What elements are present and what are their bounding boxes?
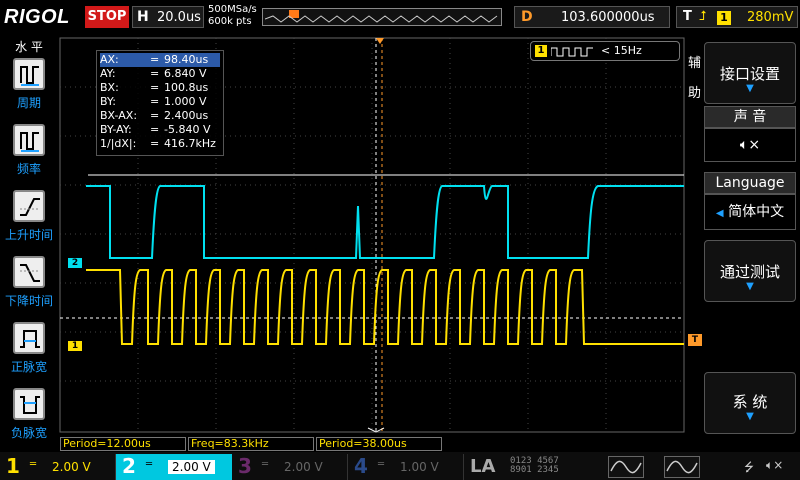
- pass-fail-button[interactable]: 通过测试 ▼: [704, 240, 796, 302]
- cursor-readout-panel: AX: = 98.40us AY: = 6.840 V BX: = 100.8us BY: =…: [96, 50, 224, 156]
- speaker-mute-icon[interactable]: 🔈︎×: [766, 458, 783, 473]
- sample-rate: 500MSa/s: [208, 4, 257, 15]
- trigger-source-badge: 1: [717, 11, 731, 25]
- channel-1-box[interactable]: 1 ═ 2.00 V: [0, 454, 116, 480]
- delay-value: 103.600000us: [561, 10, 655, 25]
- interface-setting-button[interactable]: 接口设置 ▼: [704, 42, 796, 104]
- system-button[interactable]: 系 统 ▼: [704, 372, 796, 434]
- horizontal-label: H: [137, 9, 149, 25]
- frequency-icon: [13, 124, 45, 156]
- timebase-display[interactable]: H 20.0us: [132, 6, 204, 28]
- positive-width-icon: [13, 322, 45, 354]
- channel-2-box[interactable]: 2 ═ 2.00 V: [116, 454, 232, 480]
- sound-header: 声 音: [704, 106, 796, 128]
- language-value: 简体中文: [728, 204, 785, 220]
- right-menu: 接口设置 ▼ 声 音 🔈︎× Language ◀ 简体中文 通过测试 ▼ 系 …: [700, 36, 800, 452]
- menu-item-label: 周期: [16, 96, 41, 110]
- menu-item-label: 负脉宽: [10, 426, 47, 440]
- trigger-level: 280mV: [747, 10, 794, 25]
- chevron-down-icon: ▼: [746, 281, 754, 292]
- channel-number: 3: [238, 454, 252, 478]
- memory-depth: 600k pts: [208, 16, 252, 27]
- rise-time-icon: [13, 190, 45, 222]
- channel-3-box[interactable]: 3 ═ 2.00 V: [232, 454, 348, 480]
- frequency-counter[interactable]: 1 < 15Hz: [530, 41, 680, 61]
- language-select[interactable]: ◀ 简体中文: [704, 194, 796, 230]
- freq-counter-value: < 15Hz: [601, 44, 642, 57]
- menu-item-fall-time[interactable]: 下降时间: [4, 256, 54, 318]
- channel-number: 4: [354, 454, 368, 478]
- fall-time-icon: [13, 256, 45, 288]
- delay-label: D: [521, 9, 533, 25]
- coupling-icon: ═: [378, 459, 385, 470]
- menu-item-frequency[interactable]: 频率: [4, 124, 54, 186]
- channel-scale: 2.00 V: [52, 460, 91, 474]
- menu-item-negative-width[interactable]: 负脉宽: [4, 388, 54, 450]
- brand-logo: RIGOL: [4, 6, 70, 28]
- negative-width-icon: [13, 388, 45, 420]
- rising-edge-icon: ⮥: [699, 9, 707, 24]
- sound-toggle[interactable]: 🔈︎×: [704, 128, 796, 162]
- timebase-value: 20.0us: [157, 10, 201, 25]
- left-menu: 水 平 周期 频率 上升时间 下降时间 正脉宽 负脉宽: [0, 36, 58, 452]
- menu-item-positive-width[interactable]: 正脉宽: [4, 322, 54, 384]
- delay-display[interactable]: D 103.600000us: [514, 6, 670, 28]
- menu-item-label: 频率: [16, 162, 41, 176]
- chevron-down-icon: ▼: [746, 411, 754, 422]
- measurement-period[interactable]: Period=12.00us: [60, 437, 186, 451]
- delay-marker-icon: [376, 38, 384, 44]
- chevron-left-icon: ◀: [715, 208, 724, 219]
- freq-channel-badge: 1: [535, 45, 547, 57]
- period-icon: [13, 58, 45, 90]
- ch2-waveform: [86, 185, 684, 259]
- menu-item-label: 上升时间: [4, 228, 53, 242]
- ch1-waveform: [86, 269, 684, 345]
- menu-item-rise-time[interactable]: 上升时间: [4, 190, 54, 252]
- channel-4-box[interactable]: 4 ═ 1.00 V: [348, 454, 464, 480]
- language-header: Language: [704, 172, 796, 194]
- square-wave-icon: [551, 47, 593, 57]
- source-1-button[interactable]: [608, 456, 644, 478]
- system-label: 系 统: [732, 393, 768, 411]
- channel-scale: 1.00 V: [400, 460, 439, 474]
- usb-icon: ⭍: [744, 460, 754, 474]
- run-stop-button[interactable]: STOP: [85, 6, 129, 28]
- acquisition-info: 500MSa/s 600k pts: [208, 4, 257, 28]
- channel-number: 2: [122, 454, 136, 478]
- menu-item-label: 正脉宽: [10, 360, 47, 374]
- logic-analyzer-button[interactable]: LA: [470, 456, 495, 477]
- waveform-display[interactable]: AX: = 98.40us AY: = 6.840 V BX: = 100.8us BY: =…: [58, 36, 686, 434]
- coupling-icon: ═: [262, 459, 269, 470]
- coupling-icon: ═: [146, 459, 153, 470]
- ch1-offset-marker[interactable]: 1: [68, 341, 82, 351]
- cursor-row: AX: = 98.40us: [100, 53, 220, 67]
- top-status-bar: RIGOL STOP H 20.0us 500MSa/s 600k pts D …: [0, 0, 800, 36]
- memory-waveform-overview: [265, 15, 498, 23]
- measurement-period-2[interactable]: Period=38.00us: [316, 437, 442, 451]
- channel-number: 1: [6, 454, 20, 478]
- channel-scale: 2.00 V: [168, 460, 215, 474]
- pass-fail-label: 通过测试: [719, 263, 780, 281]
- menu-item-label: 下降时间: [4, 294, 53, 308]
- channel-bar: 1 ═ 2.00 V 2 ═ 2.00 V 3 ═ 2.00 V 4 ═ 1.0…: [0, 452, 800, 480]
- memory-overview-strip[interactable]: [262, 8, 502, 26]
- trigger-display[interactable]: T ⮥ 1 280mV: [676, 6, 798, 28]
- coupling-icon: ═: [30, 459, 37, 470]
- trigger-label: T: [683, 9, 692, 24]
- source-2-button[interactable]: [664, 456, 700, 478]
- chevron-down-icon: ▼: [746, 83, 754, 94]
- digital-channel-map: 0123 4567 8901 2345: [510, 456, 559, 475]
- speaker-mute-icon: 🔈︎×: [739, 137, 761, 153]
- sine-wave-icon: [666, 460, 698, 474]
- menu-item-period[interactable]: 周期: [4, 58, 54, 120]
- measurement-freq[interactable]: Freq=83.3kHz: [188, 437, 314, 451]
- interface-setting-label: 接口设置: [719, 65, 780, 83]
- ch2-offset-marker[interactable]: 2: [68, 258, 82, 268]
- left-menu-title: 水 平: [15, 40, 43, 54]
- channel-scale: 2.00 V: [284, 460, 323, 474]
- sine-wave-icon: [610, 460, 642, 474]
